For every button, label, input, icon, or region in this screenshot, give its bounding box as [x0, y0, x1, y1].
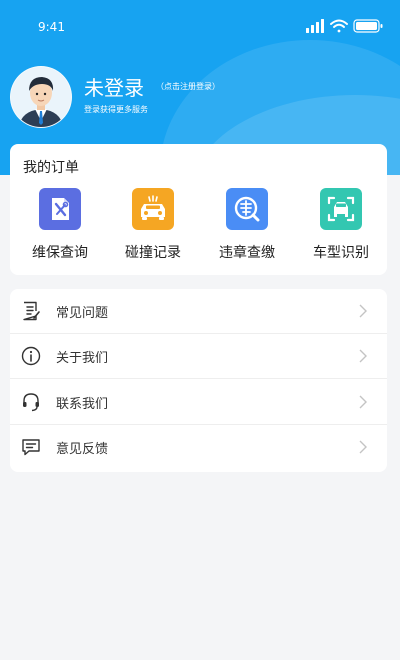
order-item-label: 维保查询: [32, 245, 88, 261]
car-scan-icon: [320, 188, 362, 230]
chevron-right-icon: [359, 395, 367, 409]
menu-item-contact-us[interactable]: 联系我们: [10, 380, 387, 425]
chevron-right-icon: [359, 440, 367, 454]
user-avatar-icon: [11, 67, 71, 127]
avatar[interactable]: [10, 66, 72, 128]
car-collision-icon: [132, 188, 174, 230]
feedback-message-icon: [22, 439, 40, 456]
wrench-screwdriver-icon: [39, 188, 81, 230]
chevron-right-icon: [359, 304, 367, 318]
faq-document-icon: [23, 301, 40, 321]
status-icons: [306, 19, 383, 33]
order-item-car-model-recognition[interactable]: 车型识别: [301, 188, 381, 268]
login-status-title[interactable]: 未登录: [84, 72, 144, 101]
order-item-maintenance-query[interactable]: 维保查询: [20, 188, 100, 268]
headset-icon: [23, 393, 39, 412]
order-item-label: 碰撞记录: [125, 245, 181, 261]
order-item-label: 违章查缴: [219, 245, 275, 261]
status-bar: 9:41: [0, 0, 400, 52]
menu-item-label: 意见反馈: [56, 442, 109, 457]
wifi-icon: [330, 19, 348, 33]
divider: [10, 378, 387, 379]
login-benefit-subtitle: 登录获得更多服务: [84, 105, 148, 114]
settings-menu-card: 常见问题 关于我们 联系我们 意见反馈: [10, 289, 387, 472]
menu-item-label: 关于我们: [56, 351, 109, 366]
violation-search-icon: [226, 188, 268, 230]
menu-item-about-us[interactable]: 关于我们: [10, 334, 387, 379]
order-item-collision-record[interactable]: 碰撞记录: [113, 188, 193, 268]
menu-item-feedback[interactable]: 意见反馈: [10, 425, 387, 470]
orders-title: 我的订单: [23, 160, 79, 176]
order-item-violation-payment[interactable]: 违章查缴: [207, 188, 287, 268]
cellular-signal-icon: [306, 19, 324, 33]
status-time: 9:41: [38, 20, 65, 34]
login-register-hint[interactable]: （点击注册登录）: [156, 81, 220, 92]
my-orders-card: 我的订单 维保查询 碰撞记录 违章查缴 车型识别: [10, 144, 387, 275]
menu-item-label: 联系我们: [56, 397, 109, 412]
battery-icon: [353, 19, 383, 33]
info-icon: [21, 346, 41, 366]
menu-item-label: 常见问题: [56, 306, 109, 321]
chevron-right-icon: [359, 349, 367, 363]
menu-item-faq[interactable]: 常见问题: [10, 289, 387, 334]
order-item-label: 车型识别: [313, 245, 369, 261]
